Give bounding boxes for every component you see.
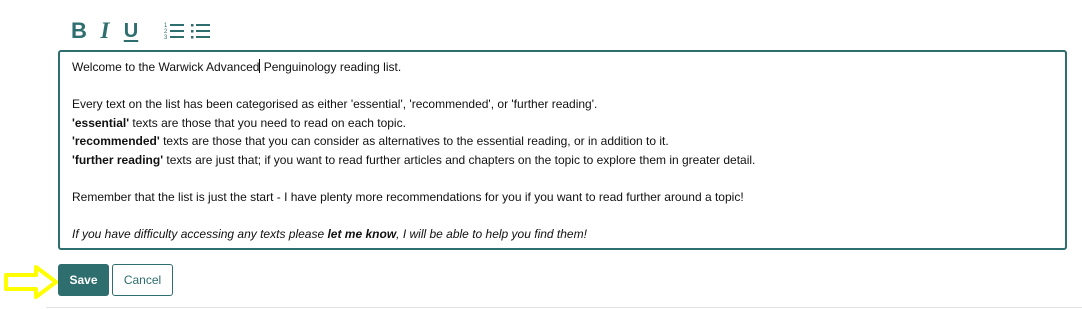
recommended-description: texts are those that you can consider as… xyxy=(159,134,669,148)
editor-line-categories: Every text on the list has been categori… xyxy=(72,97,598,111)
editor-line-further-reading: 'further reading' texts are just that; i… xyxy=(72,151,1053,170)
formatting-toolbar: B I U 1 2 3 xyxy=(66,16,214,46)
editor-line-welcome: Welcome to the Warwick Advanced Penguino… xyxy=(72,58,1053,77)
italic-icon: I xyxy=(100,18,110,43)
rich-text-editor[interactable]: Welcome to the Warwick Advanced Penguino… xyxy=(58,50,1067,250)
further-reading-description: texts are just that; if you want to read… xyxy=(163,152,756,167)
welcome-text-end: Penguinology reading list. xyxy=(260,60,402,74)
numbered-list-icon: 1 2 3 xyxy=(164,23,184,41)
italic-button[interactable]: I xyxy=(92,17,118,45)
highlight-arrow-icon xyxy=(4,265,58,299)
difficulty-text-start: If you have difficulty accessing any tex… xyxy=(72,226,328,241)
cancel-button[interactable]: Cancel xyxy=(112,264,173,296)
svg-text:3: 3 xyxy=(164,35,168,41)
editor-line-difficulty: If you have difficulty accessing any tex… xyxy=(72,225,1053,244)
save-button[interactable]: Save xyxy=(58,264,109,296)
bulleted-list-icon xyxy=(191,24,210,39)
recommended-term: 'recommended' xyxy=(72,134,160,148)
editor-line-remember: Remember that the list is just the start… xyxy=(72,189,744,204)
bold-button[interactable]: B xyxy=(66,17,92,45)
difficulty-text-end: , I will be able to help you find them! xyxy=(396,226,587,241)
editor-line-essential: 'essential' texts are those that you nee… xyxy=(72,114,1053,133)
further-reading-term: 'further reading' xyxy=(72,152,164,167)
numbered-list-button[interactable]: 1 2 3 xyxy=(162,17,188,45)
let-me-know-text: let me know xyxy=(327,226,397,241)
underline-icon: U xyxy=(123,19,139,42)
essential-term: 'essential' xyxy=(72,115,130,130)
essential-description: texts are those that you need to read on… xyxy=(129,115,406,130)
bold-icon: B xyxy=(71,18,87,43)
editor-line-recommended: 'recommended' texts are those that you c… xyxy=(72,132,1053,151)
underline-button[interactable]: U xyxy=(118,17,144,45)
bulleted-list-button[interactable] xyxy=(188,17,214,45)
welcome-text-start: Welcome to the Warwick Advanced xyxy=(72,60,260,74)
divider xyxy=(46,307,1082,308)
